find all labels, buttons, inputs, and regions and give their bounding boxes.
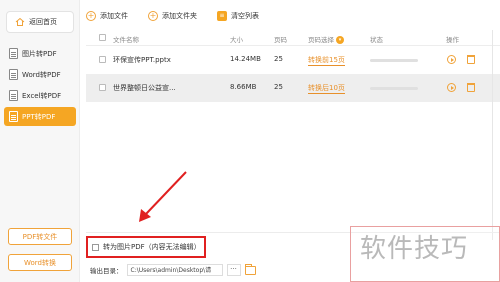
back-home-button[interactable]: 返回首页 — [6, 11, 74, 33]
document-icon — [9, 48, 18, 59]
page-select-link[interactable]: 转换后10页 — [308, 83, 345, 94]
page-select-link[interactable]: 转换前15页 — [308, 55, 345, 66]
column-header-size: 大小 — [230, 36, 243, 44]
add-file-button[interactable]: + 添加文件 — [86, 7, 128, 25]
file-name: 环保宣传PPT.pptx — [113, 56, 171, 64]
page-select-header-label: 页码选择 — [308, 36, 334, 44]
column-header-status: 状态 — [370, 36, 383, 44]
document-icon — [9, 111, 18, 122]
folder-icon[interactable] — [244, 263, 256, 275]
home-back-icon — [15, 17, 25, 26]
sidebar-item-label: 图片转PDF — [22, 49, 57, 58]
add-folder-button[interactable]: + 添加文件夹 — [148, 7, 197, 25]
page-count: 25 — [274, 55, 283, 63]
watermark-text: 软件技巧 — [360, 234, 469, 264]
plus-icon: + — [148, 11, 158, 21]
toolbar: + 添加文件 + 添加文件夹 ≡ 清空列表 — [86, 7, 259, 25]
convert-to-image-pdf-label: 转为图片PDF（内容无法编辑） — [103, 243, 201, 251]
sidebar-item-excel-to-pdf[interactable]: Excel转PDF — [4, 86, 76, 105]
play-icon[interactable] — [447, 83, 456, 92]
column-header-page-select: 页码选择 ▾ — [308, 34, 344, 44]
file-name: 世界整顿日公益宣... — [113, 84, 176, 92]
table-header: 文件名称 大小 页码 页码选择 ▾ 状态 操作 — [86, 30, 500, 46]
select-all-checkbox[interactable] — [99, 34, 106, 41]
sidebar-item-ppt-to-pdf[interactable]: PPT转PDF — [4, 107, 76, 126]
column-header-name: 文件名称 — [113, 36, 139, 44]
convert-to-image-pdf-option[interactable]: 转为图片PDF（内容无法编辑） — [86, 236, 206, 258]
plus-icon: + — [86, 11, 96, 21]
browse-button[interactable]: ··· — [226, 264, 241, 276]
play-icon[interactable] — [447, 55, 456, 64]
progress-bar — [370, 59, 418, 62]
delete-icon[interactable] — [467, 83, 475, 92]
add-file-label: 添加文件 — [100, 12, 128, 20]
add-folder-label: 添加文件夹 — [162, 12, 197, 20]
file-size: 8.66MB — [230, 83, 257, 91]
clear-list-button[interactable]: ≡ 清空列表 — [217, 7, 259, 25]
sidebar-item-label: Word转PDF — [22, 70, 61, 79]
document-icon — [9, 69, 18, 80]
page-count: 25 — [274, 83, 283, 91]
scrollbar-track[interactable] — [492, 30, 493, 240]
chevron-down-icon[interactable]: ▾ — [336, 36, 344, 44]
progress-bar — [370, 87, 418, 90]
sidebar-item-label: PPT转PDF — [22, 112, 56, 121]
document-icon — [9, 90, 18, 101]
file-size: 14.24MB — [230, 55, 261, 63]
delete-icon[interactable] — [467, 55, 475, 64]
row-checkbox[interactable] — [99, 56, 106, 63]
clear-list-icon: ≡ — [217, 11, 227, 21]
sidebar-item-word-to-pdf[interactable]: Word转PDF — [4, 65, 76, 84]
column-header-actions: 操作 — [446, 36, 459, 44]
back-home-label: 返回首页 — [29, 18, 57, 26]
table-row[interactable]: 环保宣传PPT.pptx 14.24MB 25 转换前15页 — [86, 48, 500, 72]
pdf-to-file-button[interactable]: PDF转文件 — [8, 228, 72, 245]
convert-to-image-pdf-checkbox[interactable] — [92, 243, 99, 251]
word-convert-button[interactable]: Word转换 — [8, 254, 72, 271]
clear-list-label: 清空列表 — [231, 12, 259, 20]
sidebar-nav: 图片转PDF Word转PDF Excel转PDF PPT转PDF — [4, 44, 76, 128]
row-checkbox[interactable] — [99, 84, 106, 91]
sidebar-item-label: Excel转PDF — [22, 91, 62, 100]
sidebar-item-image-to-pdf[interactable]: 图片转PDF — [4, 44, 76, 63]
output-directory: 输出目录： C:\Users\admin\Desktop\请 ··· — [90, 263, 256, 276]
column-header-pages: 页码 — [274, 36, 287, 44]
table-row[interactable]: 世界整顿日公益宣... 8.66MB 25 转换后10页 — [86, 74, 500, 102]
output-path-field[interactable]: C:\Users\admin\Desktop\请 — [126, 264, 223, 276]
sidebar: 返回首页 图片转PDF Word转PDF Excel转PDF PPT转PDF P… — [0, 0, 80, 282]
output-directory-label: 输出目录： — [90, 267, 123, 275]
